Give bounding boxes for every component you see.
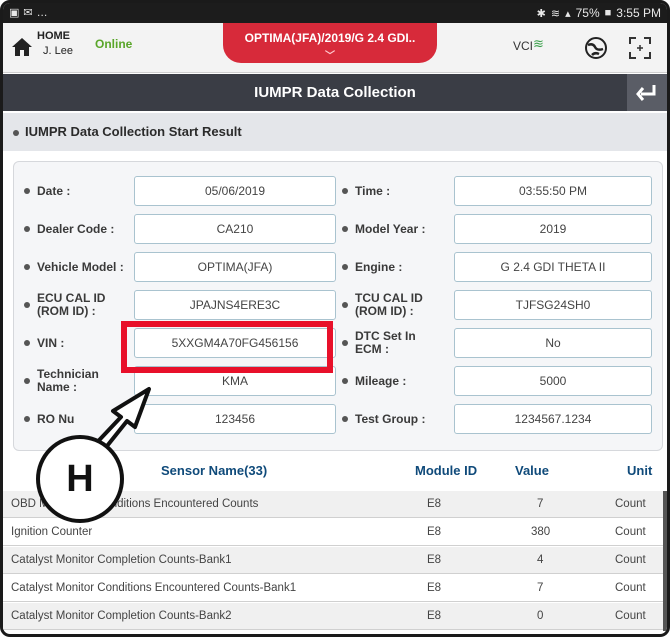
sensor-unit: Count xyxy=(615,610,646,622)
online-status: Online xyxy=(95,37,133,51)
title-bar: IUMPR Data Collection xyxy=(3,74,667,111)
status-bar: ▣ ✉ … ✱ ≋ ▴ 75% ■ 3:55 PM xyxy=(3,3,667,23)
tcu-cal-id-label: TCU CAL ID (ROM ID) : xyxy=(342,290,452,320)
battery-level: 75% xyxy=(575,6,600,20)
info-row: Vehicle Model : OPTIMA(JFA) Engine : G 2… xyxy=(14,252,664,282)
chevron-down-icon: ﹀ xyxy=(325,51,335,62)
column-module-id[interactable]: Module ID xyxy=(415,463,477,478)
column-sensor-name[interactable]: Sensor Name(33) xyxy=(161,463,267,478)
home-label[interactable]: HOME xyxy=(37,30,70,42)
model-year-value: 2019 xyxy=(454,214,652,244)
tcu-cal-id-value: TJFSG24SH0 xyxy=(454,290,652,320)
globe-icon[interactable] xyxy=(583,35,609,61)
fullscreen-icon[interactable] xyxy=(627,35,653,61)
sensor-value: 0 xyxy=(537,610,544,622)
info-row: VIN : 5XXGM4A70FG456156 DTC Set In ECM :… xyxy=(14,328,664,358)
info-row: ECU CAL ID (ROM ID) : JPAJNS4ERE3C TCU C… xyxy=(14,290,664,320)
date-value: 05/06/2019 xyxy=(134,176,336,206)
dtc-set-label: DTC Set In ECM : xyxy=(342,328,442,358)
sensor-value: 7 xyxy=(537,498,544,510)
sensor-unit: Count xyxy=(615,582,646,594)
app-header: HOME J. Lee Online OPTIMA(JFA)/2019/G 2.… xyxy=(3,23,667,73)
mail-icon: ✉ xyxy=(23,7,33,19)
signal-icon: ▴ xyxy=(565,7,571,20)
return-icon xyxy=(636,85,656,101)
table-row[interactable]: Ignition Counter E8 380 Count xyxy=(3,519,663,546)
vehicle-model-value: OPTIMA(JFA) xyxy=(134,252,336,282)
section-header: IUMPR Data Collection Start Result xyxy=(3,113,667,151)
sensor-name: Catalyst Monitor Completion Counts-Bank2 xyxy=(11,610,232,622)
dtc-set-value: No xyxy=(454,328,652,358)
sensor-name: Catalyst Monitor Conditions Encountered … xyxy=(11,582,297,594)
ecu-cal-id-value: JPAJNS4ERE3C xyxy=(134,290,336,320)
dealer-code-value: CA210 xyxy=(134,214,336,244)
bullet-icon xyxy=(13,129,19,136)
wifi-icon: ≋ xyxy=(550,7,561,20)
vehicle-label: OPTIMA(JFA)/2019/G 2.4 GDI.. xyxy=(244,31,416,45)
table-row[interactable]: Catalyst Monitor Completion Counts-Bank2… xyxy=(3,603,663,630)
battery-icon: ■ xyxy=(604,7,612,19)
model-year-label: Model Year : xyxy=(342,214,425,244)
sensor-name: Catalyst Monitor Completion Counts-Bank1 xyxy=(11,554,232,566)
info-row: Dealer Code : CA210 Model Year : 2019 xyxy=(14,214,664,244)
test-group-label: Test Group : xyxy=(342,404,425,434)
callout-h: H xyxy=(36,435,124,523)
vin-highlight-box xyxy=(121,321,333,373)
sensor-unit: Count xyxy=(615,498,646,510)
module-id: E8 xyxy=(427,610,442,622)
mileage-label: Mileage : xyxy=(342,366,406,396)
device-frame: ▣ ✉ … ✱ ≋ ▴ 75% ■ 3:55 PM HOME J. Lee On… xyxy=(0,0,670,637)
vci-connection-icon: ≋ xyxy=(533,36,544,51)
column-unit[interactable]: Unit xyxy=(627,463,652,478)
engine-label: Engine : xyxy=(342,252,402,282)
date-label: Date : xyxy=(24,176,70,206)
mileage-value: 5000 xyxy=(454,366,652,396)
gallery-icon: ▣ xyxy=(9,7,20,19)
page-title: IUMPR Data Collection xyxy=(254,84,416,101)
bluetooth-icon: ✱ xyxy=(536,7,546,20)
clock: 3:55 PM xyxy=(616,6,661,20)
sensor-name: Ignition Counter xyxy=(11,526,93,538)
vin-label: VIN : xyxy=(24,328,64,358)
vehicle-model-label: Vehicle Model : xyxy=(24,252,124,282)
user-name: J. Lee xyxy=(43,45,73,57)
info-row: Date : 05/06/2019 Time : 03:55:50 PM xyxy=(14,176,664,206)
time-label: Time : xyxy=(342,176,390,206)
vehicle-selector[interactable]: OPTIMA(JFA)/2019/G 2.4 GDI.. ﹀ xyxy=(223,23,437,63)
module-id: E8 xyxy=(427,526,442,538)
module-id: E8 xyxy=(427,554,442,566)
test-group-value: 1234567.1234 xyxy=(454,404,652,434)
sensor-unit: Count xyxy=(615,554,646,566)
home-icon[interactable] xyxy=(11,37,33,57)
table-row[interactable]: Catalyst Monitor Conditions Encountered … xyxy=(3,575,663,602)
sensor-value: 7 xyxy=(537,582,544,594)
sensor-value: 380 xyxy=(531,526,551,538)
module-id: E8 xyxy=(427,582,442,594)
section-title: IUMPR Data Collection Start Result xyxy=(25,124,242,139)
sensor-unit: Count xyxy=(615,526,646,538)
table-scrollbar[interactable] xyxy=(663,491,667,631)
table-row[interactable]: Catalyst Monitor Completion Counts-Bank1… xyxy=(3,547,663,574)
sensor-value: 4 xyxy=(537,554,544,566)
dealer-code-label: Dealer Code : xyxy=(24,214,114,244)
back-button[interactable] xyxy=(627,74,667,111)
module-id: E8 xyxy=(427,498,442,510)
time-value: 03:55:50 PM xyxy=(454,176,652,206)
vci-label: VCI xyxy=(513,39,534,53)
column-value[interactable]: Value xyxy=(515,463,549,478)
engine-value: G 2.4 GDI THETA II xyxy=(454,252,652,282)
more-icon: … xyxy=(36,6,48,19)
ecu-cal-id-label: ECU CAL ID (ROM ID) : xyxy=(24,290,124,320)
